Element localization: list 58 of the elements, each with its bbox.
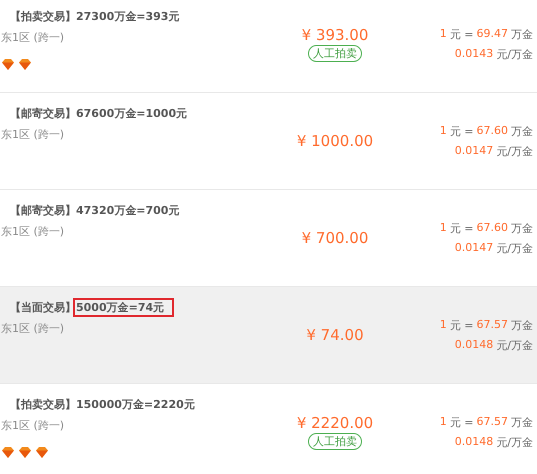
listing-title: 47320万金=700元 xyxy=(75,202,180,218)
rate-yuan: 1 xyxy=(440,318,447,332)
rate-unit: 万金 xyxy=(511,26,533,42)
rate-yuan: 1 xyxy=(440,124,447,138)
price: ¥ 2220.00 xyxy=(296,414,374,432)
listing-title: 27300万金=393元 xyxy=(75,8,180,24)
diamond-icon xyxy=(2,59,14,70)
unit-price: 0.0148 xyxy=(454,338,494,352)
rate-unit: 万金 xyxy=(511,124,533,138)
rate-amount: 69.47 xyxy=(476,26,508,42)
trade-type: 【邮寄交易】 xyxy=(10,202,76,218)
unit-price-label: 元/万金 xyxy=(496,240,533,256)
trade-type: 【当面交易】 xyxy=(10,300,76,314)
rate-unit: 万金 xyxy=(511,318,533,332)
rate-equals: 元 = xyxy=(450,318,474,332)
unit-price: 0.0143 xyxy=(454,46,494,62)
rate-yuan: 1 xyxy=(440,26,447,42)
price: ¥ 74.00 xyxy=(306,326,364,344)
rate-yuan: 1 xyxy=(440,414,447,430)
rate-unit: 万金 xyxy=(511,220,533,236)
listing-title: 5000万金=74元 xyxy=(73,298,174,316)
rate-amount: 67.57 xyxy=(476,318,508,332)
unit-price-label: 元/万金 xyxy=(496,434,533,450)
server-label: 东1区 (跨一) xyxy=(0,30,66,45)
rate-equals: 元 = xyxy=(450,220,474,236)
server-label: 东1区 (跨一) xyxy=(0,418,66,433)
server-label: 东1区 (跨一) xyxy=(0,321,66,336)
price: ¥ 393.00 xyxy=(302,26,368,44)
diamond-icon xyxy=(19,59,31,70)
unit-price: 0.0147 xyxy=(454,240,494,256)
trade-type: 【邮寄交易】 xyxy=(10,106,76,120)
rate-equals: 元 = xyxy=(450,124,474,138)
rate-equals: 元 = xyxy=(450,414,474,430)
rate-amount: 67.60 xyxy=(476,124,508,138)
rate-amount: 67.60 xyxy=(476,220,508,236)
listing-title: 67600万金=1000元 xyxy=(75,106,188,122)
diamond-icon xyxy=(2,447,14,458)
trade-type: 【拍卖交易】 xyxy=(10,396,76,412)
unit-price-label: 元/万金 xyxy=(496,46,533,62)
auction-badge: 人工拍卖 xyxy=(308,45,362,62)
auction-badge: 人工拍卖 xyxy=(308,433,362,450)
server-label: 东1区 (跨一) xyxy=(0,127,66,142)
unit-price-label: 元/万金 xyxy=(496,144,533,158)
rate-unit: 万金 xyxy=(511,414,533,430)
listing-title: 150000万金=2220元 xyxy=(75,396,196,412)
unit-price: 0.0147 xyxy=(454,144,494,158)
price: ¥ 700.00 xyxy=(302,229,368,247)
trade-type: 【拍卖交易】 xyxy=(10,8,76,24)
server-label: 东1区 (跨一) xyxy=(0,224,66,239)
diamond-icon xyxy=(36,447,48,458)
rate-equals: 元 = xyxy=(450,26,474,42)
unit-price: 0.0148 xyxy=(454,434,494,450)
rate-amount: 67.57 xyxy=(476,414,508,430)
price: ¥ 1000.00 xyxy=(296,132,374,150)
listing-row[interactable]: 【当面交易】5000万金=74元 东1区 (跨一) ¥ 74.00 1 元 = 67.57 万金 0.0148 元/万金 xyxy=(0,287,537,384)
unit-price-label: 元/万金 xyxy=(496,338,533,352)
rate-yuan: 1 xyxy=(440,220,447,236)
diamond-icon xyxy=(19,447,31,458)
